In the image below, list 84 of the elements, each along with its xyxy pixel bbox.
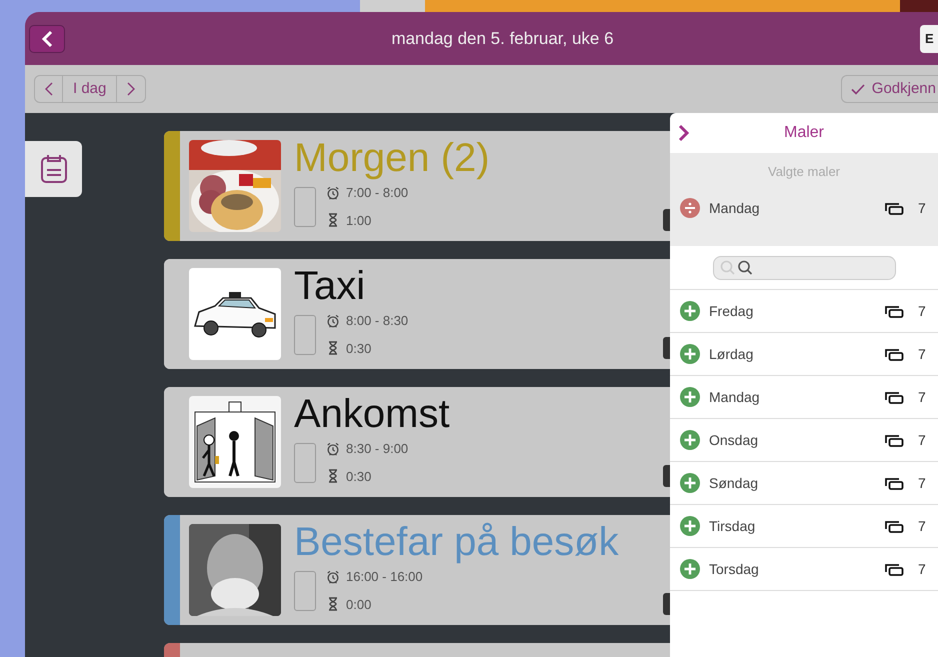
- template-name: Tirsdag: [709, 516, 756, 536]
- edit-button[interactable]: E: [920, 24, 938, 52]
- stacked-cards-icon: [885, 520, 904, 532]
- approve-button[interactable]: Godkjenn: [840, 75, 938, 103]
- add-icon: [680, 344, 700, 364]
- template-count: 7: [918, 344, 927, 364]
- template-item[interactable]: Fredag 7: [670, 290, 938, 333]
- template-name: Mandag: [709, 388, 760, 407]
- collapse-chevron-icon[interactable]: [678, 124, 690, 142]
- add-icon: [680, 301, 700, 321]
- back-button[interactable]: [29, 24, 65, 52]
- chevron-right-icon: [127, 82, 136, 96]
- activity-card[interactable]: Bestefar på besøk 16:00 - 16:00 0:00: [164, 515, 670, 625]
- activity-title: Ankomst: [294, 391, 450, 437]
- add-icon: [680, 430, 700, 450]
- time-range: 16:00 - 16:00: [346, 568, 423, 586]
- stacked-cards-icon: [885, 348, 904, 360]
- template-item[interactable]: Lørdag 7: [670, 333, 938, 376]
- duration: 1:00: [346, 212, 372, 230]
- add-icon: [680, 516, 700, 536]
- stacked-cards-icon: [885, 304, 904, 318]
- checkbox[interactable]: [294, 442, 316, 482]
- chevron-left-icon: [44, 82, 52, 96]
- panel-title: Maler: [782, 123, 825, 143]
- checkbox[interactable]: [294, 314, 316, 354]
- time-range: 8:00 - 8:30: [346, 312, 408, 330]
- template-item[interactable]: Onsdag 7: [670, 419, 938, 462]
- hourglass-icon: [328, 597, 338, 612]
- alarm-clock-icon: [326, 570, 340, 584]
- stacked-cards-icon: [885, 390, 904, 404]
- activity-title: Taxi: [294, 263, 366, 309]
- add-icon: [680, 387, 700, 407]
- template-count: 7: [918, 430, 927, 450]
- time-range: 7:00 - 8:00: [346, 184, 408, 202]
- back-chevron-icon: [41, 30, 53, 48]
- search-field[interactable]: [712, 256, 896, 280]
- template-count: 7: [918, 516, 927, 536]
- activity-title: Bestefar på besøk: [294, 519, 619, 565]
- section-heading: Valgte maler: [766, 163, 841, 181]
- activity-title: Morgen (2): [294, 135, 490, 181]
- stacked-cards-icon: [885, 434, 904, 446]
- add-icon: [680, 473, 700, 493]
- alarm-clock-icon: [326, 314, 340, 328]
- template-item[interactable]: Mandag 7: [670, 186, 938, 230]
- activity-card[interactable]: Morgen (2) 7:00 - 8:00 1:00: [164, 131, 670, 241]
- template-count: 7: [918, 560, 927, 578]
- checkbox[interactable]: [294, 570, 316, 610]
- stacked-cards-icon: [885, 476, 904, 490]
- template-item[interactable]: Søndag 7: [670, 462, 938, 505]
- add-icon: [680, 559, 700, 579]
- template-item[interactable]: Tirsdag 7: [670, 505, 938, 548]
- duration: 0:30: [346, 340, 372, 358]
- template-count: 7: [918, 198, 927, 218]
- template-name: Søndag: [709, 474, 758, 493]
- template-count: 7: [918, 388, 927, 406]
- template-count: 7: [918, 302, 927, 320]
- hourglass-icon: [328, 213, 338, 228]
- activity-card[interactable]: Taxi 8:00 - 8:30 0:30: [164, 259, 670, 369]
- checkbox[interactable]: [294, 186, 316, 226]
- today-button[interactable]: I dag: [63, 76, 118, 102]
- duration: 0:30: [346, 468, 372, 486]
- template-name: Lørdag: [709, 344, 754, 364]
- hourglass-icon: [328, 341, 338, 356]
- check-icon: [850, 84, 865, 94]
- template-name: Fredag: [709, 302, 754, 321]
- search-icon: [720, 260, 754, 276]
- template-name: Onsdag: [709, 430, 758, 450]
- activity-card[interactable]: Ankomst 8:30 - 9:00 0:30: [164, 387, 670, 497]
- remove-icon: [680, 198, 700, 218]
- template-name: Mandag: [709, 198, 760, 218]
- date-title: mandag den 5. februar, uke 6: [390, 28, 615, 50]
- template-item[interactable]: Torsdag 7: [670, 548, 938, 591]
- hourglass-icon: [328, 469, 338, 484]
- time-range: 8:30 - 9:00: [346, 440, 408, 458]
- template-name: Torsdag: [709, 560, 759, 579]
- template-count: 7: [918, 474, 927, 492]
- duration: 0:00: [346, 596, 372, 614]
- save-tab[interactable]: [25, 141, 82, 197]
- stacked-cards-icon: [885, 562, 904, 576]
- alarm-clock-icon: [326, 186, 340, 200]
- stacked-cards-icon: [885, 202, 904, 214]
- template-item[interactable]: Mandag 7: [670, 376, 938, 419]
- save-icon: [40, 154, 68, 184]
- alarm-clock-icon: [326, 442, 340, 456]
